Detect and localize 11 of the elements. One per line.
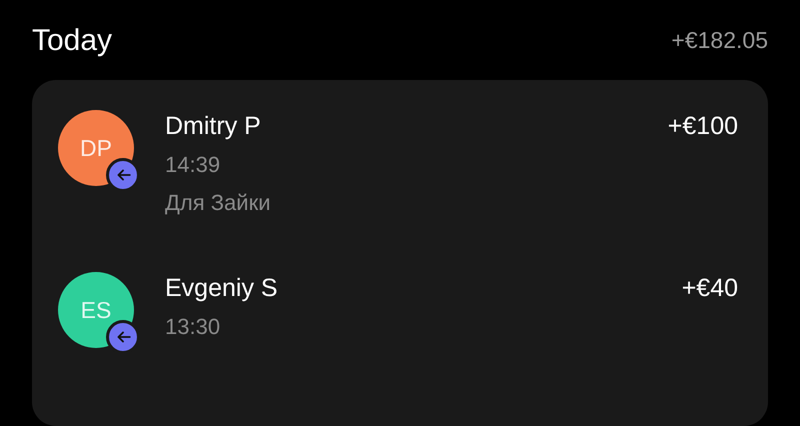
section-total: +€182.05: [671, 26, 768, 55]
transaction-time: 13:30: [165, 313, 220, 341]
transaction-amount: +€40: [682, 273, 738, 304]
arrow-badge-icon: [106, 320, 140, 354]
transaction-amount: +€100: [668, 111, 738, 142]
transaction-note: Для Зайки: [165, 189, 270, 217]
arrow-badge-icon: [106, 158, 140, 192]
section-title: Today: [32, 22, 112, 58]
transaction-time: 14:39: [165, 151, 220, 179]
sender-name: Evgeniy S: [165, 273, 278, 304]
sender-name: Dmitry P: [165, 111, 261, 142]
